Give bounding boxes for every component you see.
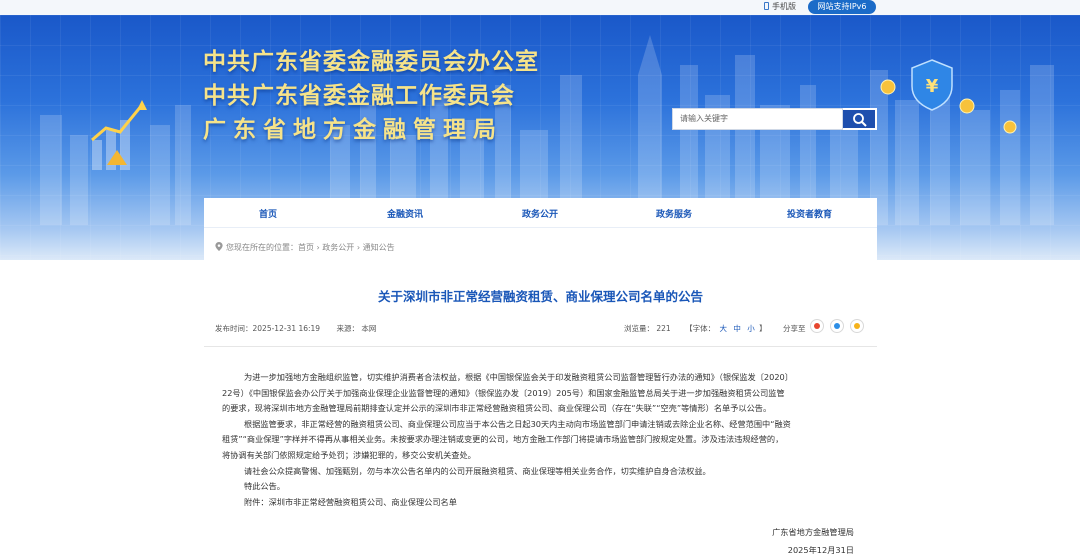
nav-government-services[interactable]: 政务服务 bbox=[656, 207, 692, 220]
breadcrumb: 您现在所在的位置：首页 › 政务公开 › 通知公告 bbox=[215, 242, 395, 253]
meta-divider bbox=[204, 346, 877, 347]
mobile-version-label: 手机版 bbox=[772, 2, 796, 11]
share-label: 分享至 bbox=[783, 324, 806, 333]
attachment-link[interactable]: 附件：深圳市非正常经营融资租赁公司、商业保理公司名单 bbox=[222, 495, 862, 511]
search-input[interactable]: 请输入关键字 bbox=[672, 108, 843, 130]
view-count: 浏览量： 221 bbox=[624, 324, 671, 333]
signature-block: 广东省地方金融管理局 2025年12月31日 bbox=[762, 523, 854, 557]
font-size-medium[interactable]: 中 bbox=[733, 324, 741, 333]
paragraph-2-line-1: 根据监管要求，非正常经营的融资租赁公司、商业保理公司应当于本公告之日起30天内主… bbox=[244, 418, 791, 429]
closing-line: 特此公告。 bbox=[244, 481, 285, 492]
paragraph-3: 请社会公众提高警惕、加强甄别，勿与本次公告名单内的公司开展融资租赁、商业保理等相… bbox=[244, 465, 711, 476]
article-source: 来源： 本网 bbox=[336, 324, 377, 333]
qq-share-icon[interactable] bbox=[830, 319, 844, 333]
svg-text:¥: ¥ bbox=[926, 76, 939, 97]
article-body: 为进一步加强地方金融组织监管，切实维护消费者合法权益，根据《中国银保监会关于印发… bbox=[222, 370, 862, 510]
top-utility-bar: 手机版 网站支持IPv6 bbox=[0, 0, 1080, 15]
paragraph-2-line-3: 将协调有关部门依照规定给予处罚；涉嫌犯罪的，移交公安机关查处。 bbox=[222, 449, 476, 460]
nav-finance-news[interactable]: 金融资讯 bbox=[387, 207, 423, 220]
search-bar: 请输入关键字 bbox=[672, 108, 877, 130]
title-line-3: 广东省地方金融管理局 bbox=[203, 117, 503, 143]
main-nav: 首页 金融资讯 政务公开 政务服务 投资者教育 bbox=[204, 198, 877, 228]
nav-government-affairs[interactable]: 政务公开 bbox=[522, 207, 558, 220]
paragraph-1-line-3: 的要求，现将深圳市地方金融管理局前期排查认定并公示的深圳市非正常经营融资租赁公司… bbox=[222, 403, 772, 414]
search-button[interactable] bbox=[843, 108, 877, 130]
article-tools: 浏览量： 221 【字体： 大 中 小 】 分享至 bbox=[624, 323, 806, 334]
signature-date: 2025年12月31日 bbox=[787, 545, 854, 555]
qzone-share-icon[interactable] bbox=[850, 319, 864, 333]
paragraph-1-line-2: 22号）《中国银保监会办公厅关于加强商业保理企业监督管理的通知》（银保监办发〔2… bbox=[222, 387, 785, 398]
breadcrumb-label[interactable]: 您现在所在的位置：首页 › 政务公开 › 通知公告 bbox=[226, 243, 395, 252]
nav-investor-education[interactable]: 投资者教育 bbox=[787, 207, 832, 220]
location-pin-icon bbox=[215, 242, 223, 251]
signature-agency: 广东省地方金融管理局 bbox=[772, 527, 854, 537]
title-line-2: 中共广东省委金融工作委员会 bbox=[203, 83, 515, 109]
font-size-large[interactable]: 大 bbox=[719, 324, 727, 333]
phone-icon bbox=[764, 2, 769, 10]
mobile-version-link[interactable]: 手机版 bbox=[764, 1, 796, 12]
article-title: 关于深圳市非正常经营融资租赁、商业保理公司名单的公告 bbox=[377, 289, 703, 304]
search-icon bbox=[853, 113, 867, 127]
paragraph-1-line-1: 为进一步加强地方金融组织监管，切实维护消费者合法权益，根据《中国银保监会关于印发… bbox=[244, 372, 793, 382]
ipv6-badge: 网站支持IPv6 bbox=[808, 0, 876, 14]
weibo-share-icon[interactable] bbox=[810, 319, 824, 333]
font-size-end: 】 bbox=[759, 324, 767, 333]
article-meta: 发布时间：2025-12-31 16:19 来源： 本网 bbox=[215, 323, 390, 334]
font-size-label: 【字体： bbox=[685, 324, 716, 333]
paragraph-2-line-2: 租赁”“商业保理”字样并不得再从事相关业务。未按要求办理注销或变更的公司，地方金… bbox=[222, 434, 784, 445]
title-line-1: 中共广东省委金融委员会办公室 bbox=[203, 49, 539, 75]
publish-time: 发布时间：2025-12-31 16:19 bbox=[215, 324, 321, 333]
font-size-small[interactable]: 小 bbox=[747, 324, 755, 333]
agency-titles: 中共广东省委金融委员会办公室 中共广东省委金融工作委员会 广东省地方金融管理局 bbox=[203, 45, 539, 147]
nav-home[interactable]: 首页 bbox=[259, 207, 277, 220]
